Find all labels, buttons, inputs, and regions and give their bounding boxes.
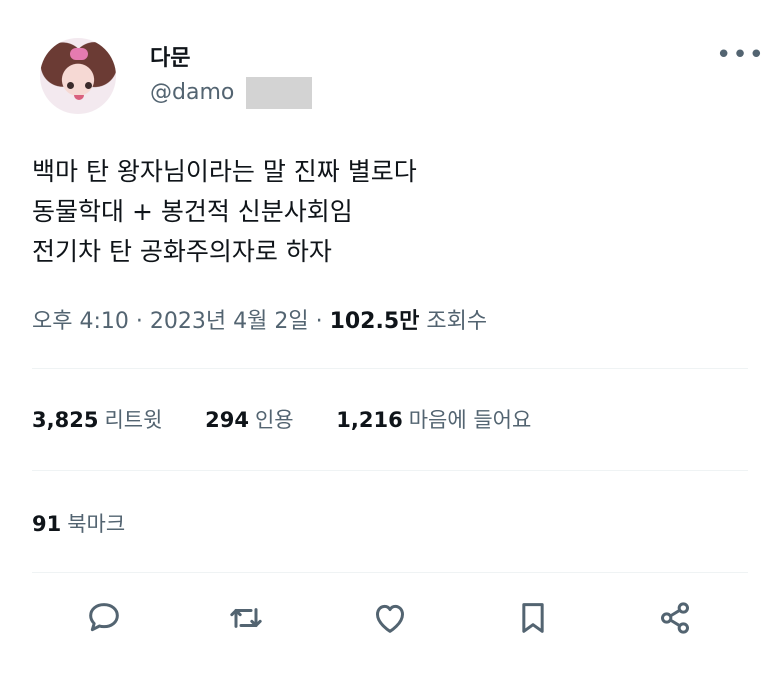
- quotes-stat[interactable]: 294 인용: [205, 408, 293, 432]
- divider: [32, 572, 748, 573]
- display-name[interactable]: 다문: [150, 40, 190, 72]
- meta-separator: ·: [128, 309, 150, 334]
- retweet-icon[interactable]: [226, 598, 266, 638]
- tweet-date[interactable]: 2023년 4월 2일: [150, 309, 309, 334]
- quotes-count: 294: [205, 408, 249, 432]
- views-label: 조회수: [426, 309, 488, 334]
- share-icon[interactable]: [655, 598, 695, 638]
- quotes-label: 인용: [254, 408, 294, 432]
- engagement-stats: 3,825 리트윗 294 인용 1,216 마음에 들어요: [32, 404, 567, 434]
- meta-separator: ·: [308, 309, 330, 334]
- bookmarks-stat[interactable]: 91 북마크: [32, 508, 125, 538]
- tweet-time[interactable]: 오후 4:10: [32, 309, 129, 334]
- likes-label: 마음에 들어요: [408, 408, 532, 432]
- handle-redaction: [246, 77, 312, 109]
- likes-stat[interactable]: 1,216 마음에 들어요: [336, 408, 531, 432]
- bookmarks-count: 91: [32, 512, 62, 536]
- retweets-stat[interactable]: 3,825 리트윗: [32, 408, 162, 432]
- tweet-line: 동물학대 + 봉건적 신분사회임: [32, 197, 353, 226]
- divider: [32, 368, 748, 369]
- more-horizontal-icon[interactable]: •••: [716, 40, 765, 70]
- avatar-bow: [70, 48, 88, 60]
- tweet-line: 백마 탄 왕자님이라는 말 진짜 별로다: [32, 157, 417, 186]
- tweet-text: 백마 탄 왕자님이라는 말 진짜 별로다 동물학대 + 봉건적 신분사회임 전기…: [32, 152, 417, 272]
- likes-count: 1,216: [336, 408, 403, 432]
- tweet-line: 전기차 탄 공화주의자로 하자: [32, 237, 332, 266]
- retweets-count: 3,825: [32, 408, 99, 432]
- bookmark-icon[interactable]: [513, 598, 553, 638]
- bookmarks-label: 북마크: [67, 512, 126, 536]
- avatar[interactable]: [40, 38, 116, 114]
- views-count: 102.5만: [329, 309, 420, 334]
- avatar-eye: [67, 82, 74, 89]
- avatar-eye: [85, 82, 92, 89]
- retweets-label: 리트윗: [104, 408, 163, 432]
- action-bar: [0, 598, 780, 642]
- avatar-mouth: [74, 95, 84, 100]
- like-icon[interactable]: [370, 598, 410, 638]
- tweet-meta: 오후 4:10 · 2023년 4월 2일 · 102.5만 조회수: [32, 303, 487, 335]
- divider: [32, 470, 748, 471]
- user-handle[interactable]: @damo: [150, 80, 234, 105]
- reply-icon[interactable]: [84, 598, 124, 638]
